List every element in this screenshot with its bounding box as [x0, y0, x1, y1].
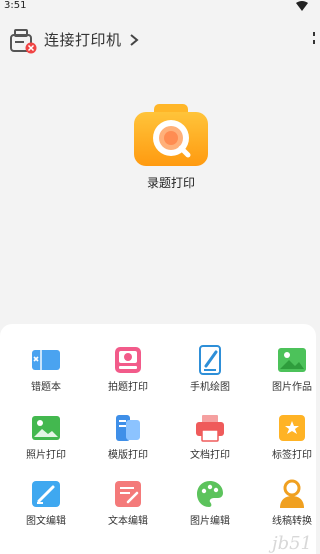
printer-icon	[196, 415, 224, 442]
tool-template-print[interactable]: 模版打印	[88, 412, 168, 474]
tool-label: 线稿转换	[272, 516, 312, 527]
palette-icon	[197, 481, 223, 507]
menu-icon[interactable]	[306, 30, 316, 52]
tool-label: 照片打印	[26, 450, 66, 461]
tools-panel: 错题本 拍题打印 手机绘图 图片作品 照片打印 模版打印 文档打印 标签打印 图…	[0, 324, 316, 554]
sketch-person-icon	[280, 479, 304, 508]
tool-label: 手机绘图	[190, 382, 230, 393]
tool-text-edit[interactable]: 文本编辑	[88, 478, 168, 540]
tool-picture-works[interactable]: 图片作品	[252, 344, 320, 406]
tool-label: 拍题打印	[108, 382, 148, 393]
chevron-right-icon[interactable]	[129, 33, 139, 47]
tool-phone-drawing[interactable]: 手机绘图	[170, 344, 250, 406]
capture-print-button[interactable]: 录题打印	[126, 100, 216, 200]
tool-wrong-answers[interactable]: 错题本	[6, 344, 86, 406]
camera-icon	[134, 104, 208, 166]
tool-image-edit[interactable]: 图片编辑	[170, 478, 250, 540]
tool-sketch-convert[interactable]: 线稿转换	[252, 478, 320, 540]
photo-print-icon	[32, 416, 60, 440]
status-time: 3:51	[4, 0, 27, 11]
watermark: jb51	[271, 533, 312, 554]
tool-label: 图片作品	[272, 382, 312, 393]
tool-label: 图片编辑	[190, 516, 230, 527]
top-bar: 连接打印机	[0, 22, 316, 56]
status-bar: 3:51	[0, 0, 316, 14]
tool-document-print[interactable]: 文档打印	[170, 412, 250, 474]
capture-print-label: 录题打印	[146, 176, 195, 190]
tool-label: 错题本	[31, 382, 61, 393]
template-icon	[116, 415, 140, 441]
tool-label: 标签打印	[272, 450, 312, 461]
tool-photo-print[interactable]: 照片打印	[6, 412, 86, 474]
image-text-edit-icon	[32, 481, 60, 507]
tool-label-print[interactable]: 标签打印	[252, 412, 320, 474]
label-tag-icon	[279, 415, 305, 441]
tool-label: 文档打印	[190, 450, 230, 461]
connect-printer-label[interactable]: 连接打印机	[44, 31, 122, 49]
text-edit-icon	[115, 481, 141, 507]
tool-label: 模版打印	[108, 450, 148, 461]
wifi-icon	[296, 1, 308, 11]
phone-draw-icon	[199, 345, 221, 375]
tool-label: 文本编辑	[108, 516, 148, 527]
print-photo-icon	[115, 347, 141, 373]
tool-image-text-edit[interactable]: 图文编辑	[6, 478, 86, 540]
tool-photo-question-print[interactable]: 拍题打印	[88, 344, 168, 406]
notebook-icon	[32, 350, 60, 370]
tool-label: 图文编辑	[26, 516, 66, 527]
printer-disconnected-icon[interactable]	[8, 28, 38, 54]
picture-icon	[278, 348, 306, 372]
